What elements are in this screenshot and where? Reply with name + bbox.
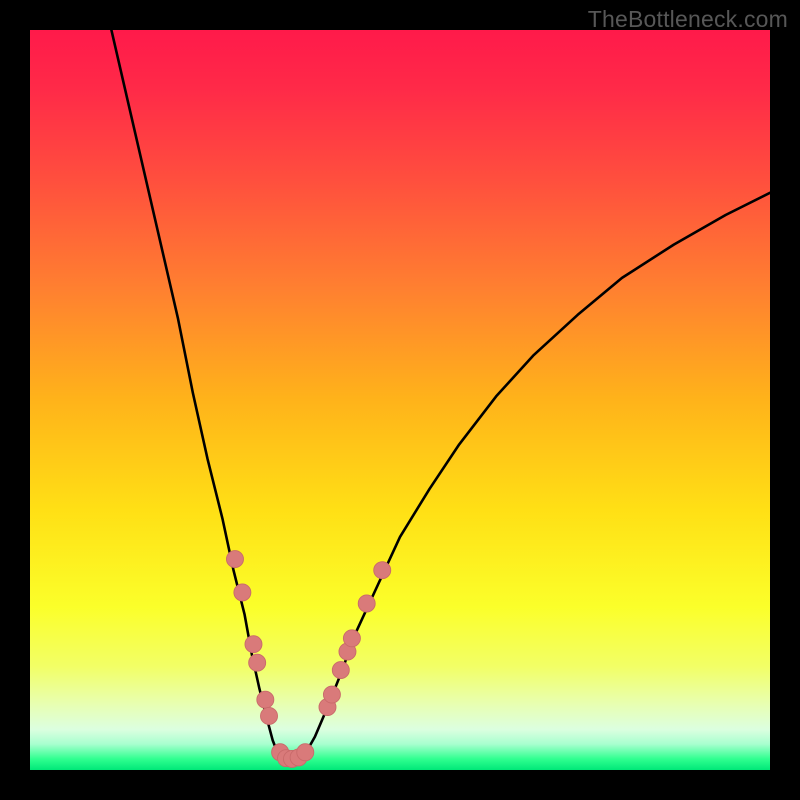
data-marker [323, 686, 340, 703]
data-marker [257, 691, 274, 708]
chart-plot [30, 30, 770, 770]
chart-frame: TheBottleneck.com [0, 0, 800, 800]
data-marker [374, 562, 391, 579]
watermark-text: TheBottleneck.com [588, 6, 788, 33]
gradient-background [30, 30, 770, 770]
data-marker [358, 595, 375, 612]
data-marker [297, 744, 314, 761]
data-marker [226, 551, 243, 568]
data-marker [245, 636, 262, 653]
data-marker [343, 630, 360, 647]
data-marker [332, 662, 349, 679]
data-marker [249, 654, 266, 671]
data-marker [234, 584, 251, 601]
data-marker [261, 707, 278, 724]
